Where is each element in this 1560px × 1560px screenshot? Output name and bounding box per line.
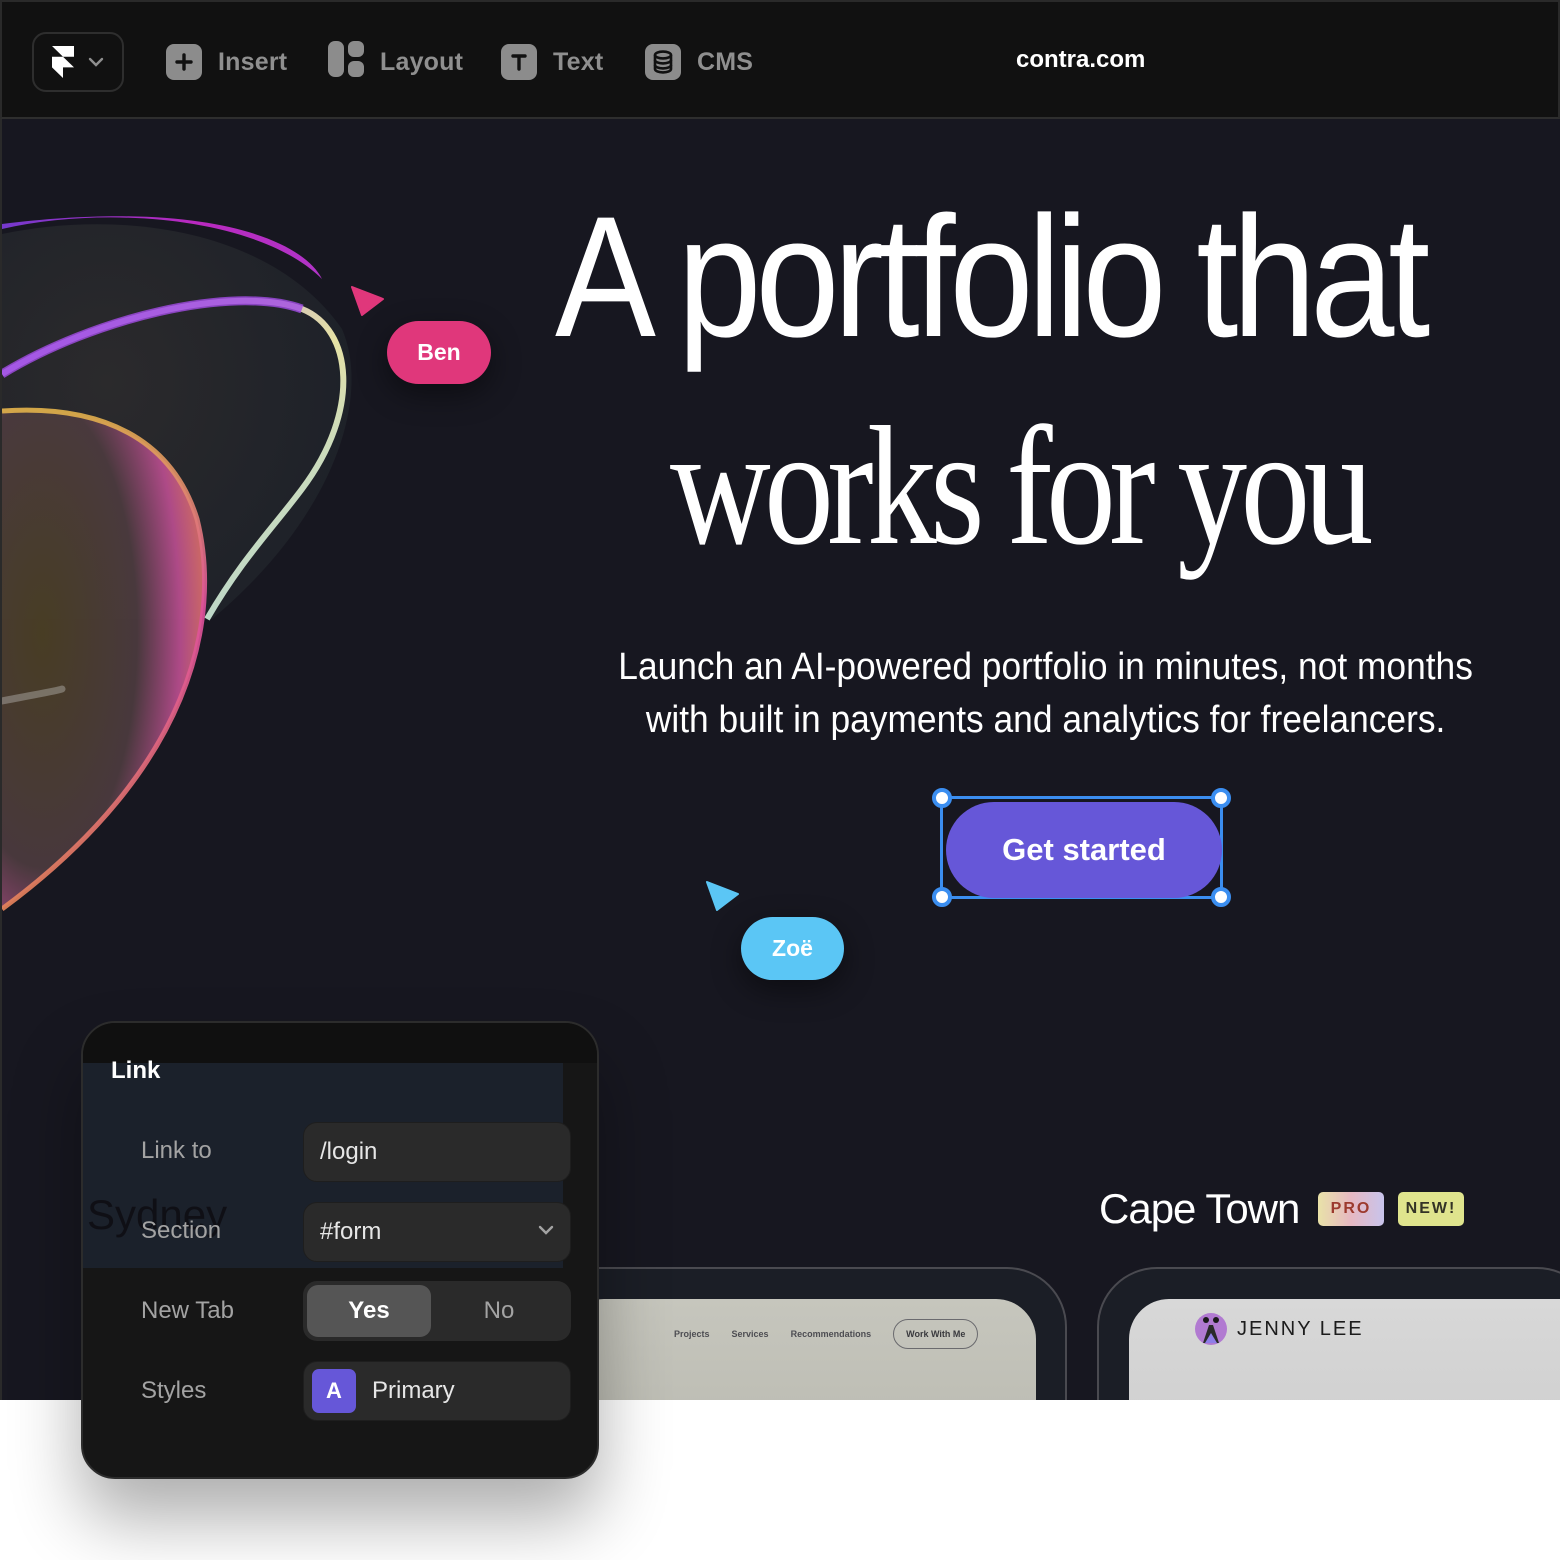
new-tab-yes-option[interactable]: Yes xyxy=(307,1285,431,1337)
text-t-icon xyxy=(501,44,537,80)
new-tab-no-option[interactable]: No xyxy=(431,1285,567,1337)
framer-logo-icon xyxy=(52,46,74,78)
layout-grid-icon xyxy=(328,40,364,84)
hero-subtitle-line-1: Launch an AI-powered portfolio in minute… xyxy=(618,646,1473,688)
styles-select[interactable]: A Primary xyxy=(303,1361,571,1421)
insert-label: Insert xyxy=(218,47,288,76)
template-card-cape-town[interactable]: JENNY LEE xyxy=(1097,1267,1560,1400)
selection-box[interactable]: Get started xyxy=(932,788,1231,907)
hero-subtitle: Launch an AI-powered portfolio in minute… xyxy=(562,641,1529,747)
layout-label: Layout xyxy=(380,47,464,76)
section-label: Section xyxy=(141,1217,222,1244)
cms-tool-button[interactable]: CMS xyxy=(645,43,753,81)
collaborator-tag-ben: Ben xyxy=(387,321,491,384)
preview-nav-link: Recommendations xyxy=(790,1329,872,1339)
preview-nav-link: Services xyxy=(731,1329,769,1339)
preview-nav-link: Projects xyxy=(674,1329,710,1339)
hero-title-line-1: A portfolio that xyxy=(555,181,1430,373)
new-tab-toggle: Yes No xyxy=(303,1281,571,1341)
chevron-down-icon xyxy=(538,1225,554,1235)
hero-title-line-2: works for you xyxy=(670,392,1373,580)
panel-title: Link xyxy=(111,1057,161,1084)
project-menu-button[interactable] xyxy=(32,32,124,92)
avatar xyxy=(1195,1313,1227,1345)
template-card-preview[interactable]: Projects Services Recommendations Work W… xyxy=(522,1267,1067,1400)
preview-profile-name: JENNY LEE xyxy=(1237,1317,1364,1340)
preview-profile: JENNY LEE xyxy=(1195,1313,1364,1345)
cursor-arrow-icon xyxy=(351,286,384,316)
site-url: contra.com xyxy=(1016,46,1146,73)
insert-tool-button[interactable]: Insert xyxy=(166,43,287,81)
template-city-title: Cape Town xyxy=(1099,1185,1300,1232)
new-badge: NEW! xyxy=(1398,1192,1464,1226)
cms-label: CMS xyxy=(697,47,754,76)
resize-handle-top-right[interactable] xyxy=(1211,788,1231,808)
resize-handle-bottom-right[interactable] xyxy=(1211,887,1231,907)
database-icon xyxy=(645,44,681,80)
text-label: Text xyxy=(553,47,604,76)
styles-value: Primary xyxy=(372,1377,455,1404)
template-screen: Projects Services Recommendations Work W… xyxy=(564,1299,1036,1400)
section-value: #form xyxy=(320,1218,382,1245)
plus-square-icon xyxy=(166,44,202,80)
style-swatch-icon: A xyxy=(312,1369,356,1413)
collaborator-tag-zoe: Zoë xyxy=(741,917,844,980)
top-toolbar: Insert Layout Text CMS contra.com xyxy=(0,0,1560,119)
layout-tool-button[interactable]: Layout xyxy=(328,40,464,84)
pro-badge: PRO xyxy=(1318,1192,1384,1226)
preview-nav: Projects Services Recommendations Work W… xyxy=(674,1319,979,1349)
template-screen: JENNY LEE xyxy=(1129,1299,1560,1400)
styles-label: Styles xyxy=(141,1377,207,1404)
link-to-label: Link to xyxy=(141,1137,212,1164)
text-tool-button[interactable]: Text xyxy=(501,43,603,81)
link-to-input[interactable] xyxy=(303,1122,571,1182)
resize-handle-bottom-left[interactable] xyxy=(932,887,952,907)
cursor-arrow-icon xyxy=(706,881,739,911)
section-select[interactable]: #form xyxy=(303,1202,571,1262)
chevron-down-icon xyxy=(88,57,104,67)
get-started-button[interactable]: Get started xyxy=(946,802,1222,898)
preview-nav-cta: Work With Me xyxy=(893,1319,979,1349)
hero-subtitle-line-2: with built in payments and analytics for… xyxy=(645,699,1446,741)
new-tab-label: New Tab xyxy=(141,1297,234,1324)
resize-handle-top-left[interactable] xyxy=(932,788,952,808)
hero-orb-graphic xyxy=(2,119,562,1019)
link-properties-panel: Sydney Link Link to Section #form New Ta… xyxy=(81,1021,599,1479)
